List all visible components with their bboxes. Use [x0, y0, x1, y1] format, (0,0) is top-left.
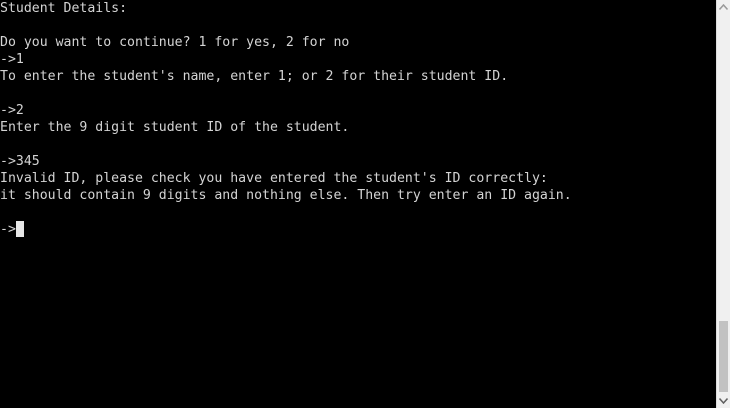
- scrollbar-thumb[interactable]: [719, 321, 728, 392]
- scroll-up-button[interactable]: [717, 0, 730, 14]
- console-line: ->1: [0, 52, 24, 67]
- console-line: ->2: [0, 103, 24, 118]
- text-cursor: [15, 221, 24, 237]
- input-prompt: ->: [0, 222, 16, 237]
- console-line: Invalid ID, please check you have entere…: [0, 171, 548, 186]
- scroll-down-arrow-icon: [719, 398, 728, 404]
- scroll-down-button[interactable]: [717, 394, 730, 408]
- console-output[interactable]: Student Details: Do you want to continue…: [0, 0, 716, 408]
- console-line: To enter the student's name, enter 1; or…: [0, 69, 509, 84]
- scroll-up-arrow-icon: [719, 4, 728, 10]
- console-line: Do you want to continue? 1 for yes, 2 fo…: [0, 35, 350, 50]
- console-line: it should contain 9 digits and nothing e…: [0, 188, 572, 203]
- console-line: Student Details:: [0, 1, 128, 16]
- console-line: ->345: [0, 154, 40, 169]
- console-line: Enter the 9 digit student ID of the stud…: [0, 120, 350, 135]
- vertical-scrollbar[interactable]: [716, 0, 730, 408]
- input-prompt-line[interactable]: ->: [0, 221, 24, 238]
